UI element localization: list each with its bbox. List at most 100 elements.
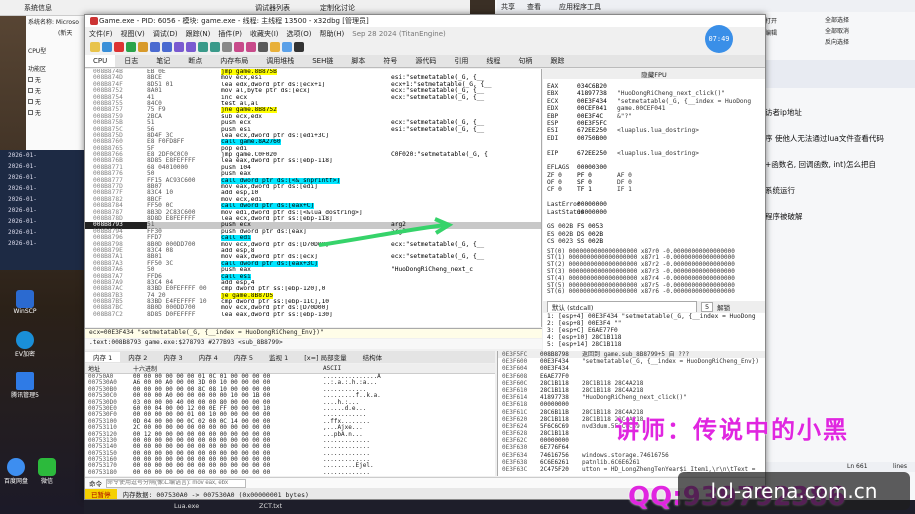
register-row[interactable]: ESP 00E3F5FC <box>547 120 765 127</box>
register-row[interactable] <box>547 157 765 164</box>
tencent-shortcut[interactable]: 腾讯管理5 <box>4 372 46 399</box>
stack-row[interactable]: 0E3F610 28C1B118 28C1B118 28C4A218 <box>498 387 765 394</box>
tab-source[interactable]: 源代码 <box>406 56 445 66</box>
menu-help[interactable]: 帮助(H) <box>320 29 345 39</box>
arg-count-spin[interactable]: 5 <box>701 301 714 312</box>
register-row[interactable]: CF 0 TF 1 IF 1 <box>547 186 765 193</box>
tab-log[interactable]: 日志 <box>115 56 147 66</box>
step-over-icon[interactable] <box>162 41 172 52</box>
stack-row[interactable]: 0E3F614 41897738 "HuoDongRiCheng_next_clic… <box>498 394 765 401</box>
hide-fpu-toggle[interactable]: 隐藏FPU <box>543 69 765 79</box>
checkbox-1[interactable] <box>28 77 33 82</box>
winscp-shortcut[interactable]: WinSCP <box>4 290 46 315</box>
menu-favourites[interactable]: 收藏夹(I) <box>250 29 279 39</box>
register-row[interactable]: GS 002B FS 0053 <box>547 223 765 230</box>
register-row[interactable]: LastError 00000000 <box>547 201 765 208</box>
hash-icon[interactable] <box>294 41 304 52</box>
function-icon[interactable] <box>270 41 280 52</box>
tab-dump-2[interactable]: 内存 2 <box>120 352 155 362</box>
trace-over-icon[interactable] <box>186 41 196 52</box>
register-row[interactable]: EIP 672EE250 <luaplus.lua_dostring> <box>547 150 765 157</box>
open-icon[interactable] <box>90 41 100 52</box>
baidu-shortcut[interactable]: 百度网盘 <box>4 458 28 485</box>
tab-script[interactable]: 脚本 <box>342 56 374 66</box>
tab-dump-3[interactable]: 内存 3 <box>155 352 190 362</box>
menu-view[interactable]: 视图(V) <box>121 29 145 39</box>
menu-options[interactable]: 选项(O) <box>287 29 312 39</box>
ev-shortcut[interactable]: EV加密 <box>4 331 46 358</box>
restart-icon[interactable] <box>102 41 112 52</box>
register-row[interactable]: EBP 00E3F4C &"?" <box>547 113 765 120</box>
patch-icon[interactable] <box>222 41 232 52</box>
register-row[interactable]: EBX 41897738 "HuoDongRiCheng_next_click()" <box>547 90 765 97</box>
disasm-row[interactable]: 008B87C2 8D85 D0FEFFFF lea eax,dword ptr s… <box>85 311 541 318</box>
register-row[interactable]: OF 0 SF 0 DF 0 <box>547 179 765 186</box>
open-button[interactable]: 打开 <box>765 16 777 25</box>
tab-symbols[interactable]: 符号 <box>374 56 406 66</box>
stack-row[interactable]: 0E3F5FC 008B8798 返回到 game.sub_8B8799+5 自 ?… <box>498 351 765 359</box>
step-into-icon[interactable] <box>150 41 160 52</box>
tab-breakpoints[interactable]: 断点 <box>179 56 211 66</box>
tab-memory-map[interactable]: 内存布局 <box>211 56 257 66</box>
tab-cpu[interactable]: CPU <box>85 55 116 67</box>
register-row[interactable]: EDX 00CEF041 game.00CEF041 <box>547 105 765 112</box>
trace-into-icon[interactable] <box>174 41 184 52</box>
unlock-checkbox[interactable]: 解锁 <box>717 302 730 312</box>
select-all-button[interactable]: 全部选择 <box>825 15 849 24</box>
view-tab[interactable]: 查看 <box>527 2 541 12</box>
checkbox-3[interactable] <box>28 99 33 104</box>
call-convention-select[interactable]: 默认 (stdcall) <box>547 301 697 312</box>
run-to-user-icon[interactable] <box>210 41 220 52</box>
register-row[interactable]: EDI 00750B00 <box>547 135 765 142</box>
tab-locals[interactable]: [x=] 局部变量 <box>296 352 354 362</box>
disassembly-view[interactable]: 008B874B EB 0E jmp game.8B875B 008B874D 8BCE… <box>85 69 542 327</box>
tab-threads[interactable]: 线程 <box>477 56 509 66</box>
tab-struct[interactable]: 结构体 <box>355 352 391 362</box>
register-row[interactable]: CS 0023 SS 002B <box>547 238 765 245</box>
register-row[interactable]: ESI 672EE250 <luaplus.lua_dostring> <box>547 127 765 134</box>
register-row[interactable]: ECX 00E3F434 "setmetatable(_G, {__index = … <box>547 98 765 105</box>
label-icon[interactable] <box>246 41 256 52</box>
stack-row[interactable]: 0E3F618 00000000 <box>498 401 765 408</box>
register-row[interactable]: ZF 0 PF 0 AF 0 <box>547 172 765 179</box>
register-row[interactable] <box>547 194 765 201</box>
tab-call-stack[interactable]: 调用堆栈 <box>257 56 303 66</box>
tab-dump-1[interactable]: 内存 1 <box>85 352 121 362</box>
command-input[interactable] <box>106 478 246 488</box>
tab-watch-1[interactable]: 监视 1 <box>261 352 296 362</box>
dump-view[interactable]: 地址 十六进制 ASCII 00750A0 00 00 00 00 00 00 0… <box>85 364 495 476</box>
execute-till-return-icon[interactable] <box>198 41 208 52</box>
stack-row[interactable]: 0E3F634 74616756 windows.storage.74616756 <box>498 452 765 459</box>
menu-trace[interactable]: 跟踪(N) <box>186 29 211 39</box>
tab-dump-5[interactable]: 内存 5 <box>226 352 261 362</box>
wechat-shortcut[interactable]: 微信 <box>38 458 57 485</box>
dump-row[interactable]: 00753180 00 00 00 00 00 00 00 00 00 00 00… <box>85 469 495 476</box>
stack-row[interactable]: 0E3F638 6C6E6261 patnlib.6C6E6261 <box>498 459 765 466</box>
comment-icon[interactable] <box>234 41 244 52</box>
select-none-button[interactable]: 全部取消 <box>825 26 849 35</box>
app-tools-tab[interactable]: 应用程序工具 <box>559 2 601 12</box>
register-row[interactable] <box>547 216 765 223</box>
menu-plugins[interactable]: 插件(P) <box>218 29 242 39</box>
register-row[interactable]: EFLAGS 00000300 <box>547 164 765 171</box>
register-row[interactable]: EAX 034C6B20 <box>547 83 765 90</box>
stack-row[interactable]: 0E3F60C 28C1B118 28C1B118 28C4A218 <box>498 380 765 387</box>
register-row[interactable]: ES 002B DS 002B <box>547 231 765 238</box>
script-icon[interactable] <box>282 41 292 52</box>
checkbox-4[interactable] <box>28 110 33 115</box>
taskbar-zct[interactable]: ZCT.txt <box>259 502 282 510</box>
register-row[interactable]: LastStatus 00000000 <box>547 209 765 216</box>
stack-row[interactable]: 0E3F630 6E776F64 <box>498 444 765 451</box>
share-tab[interactable]: 共享 <box>501 2 515 12</box>
pause-icon[interactable] <box>138 41 148 52</box>
tab-dump-4[interactable]: 内存 4 <box>191 352 226 362</box>
tab-trace[interactable]: 跟踪 <box>541 56 573 66</box>
checkbox-2[interactable] <box>28 88 33 93</box>
menu-file[interactable]: 文件(F) <box>89 29 113 39</box>
tab-handles[interactable]: 句柄 <box>509 56 541 66</box>
taskbar-lua[interactable]: Lua.exe <box>174 502 199 510</box>
menu-debug[interactable]: 调试(D) <box>153 29 178 39</box>
bookmark-icon[interactable] <box>258 41 268 52</box>
stack-row[interactable]: 0E3F608 E6AE77F0 <box>498 373 765 380</box>
run-icon[interactable] <box>126 41 136 52</box>
